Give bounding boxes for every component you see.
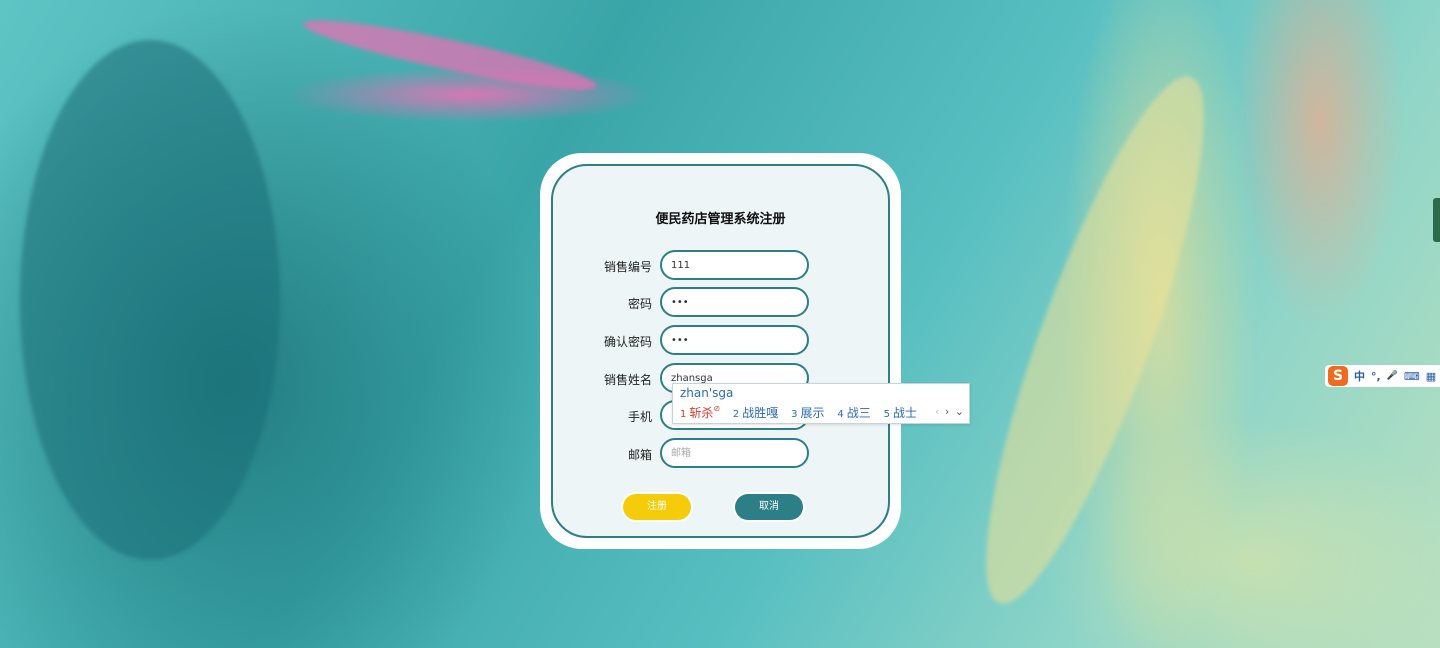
sales-name-label: 销售姓名	[603, 373, 652, 387]
password-label: 密码	[627, 297, 652, 311]
background-stroke-teal	[20, 40, 280, 560]
ime-candidate[interactable]: 1 斩杀⊘	[680, 404, 720, 421]
ime-prev-icon[interactable]: ‹	[935, 405, 940, 418]
confirm-password-label: 确认密码	[603, 335, 652, 349]
apps-icon[interactable]: ▦	[1426, 370, 1436, 383]
ime-candidate[interactable]: 2 战胜嘎	[733, 404, 778, 421]
field-row-sales-id: 销售编号	[553, 250, 888, 280]
phone-label: 手机	[627, 410, 652, 424]
ime-candidate-list: 1 斩杀⊘ 2 战胜嘎 3 展示 4 战三 5 战士	[680, 404, 926, 421]
ime-expand-icon[interactable]: ⌄	[955, 405, 965, 418]
ime-composition: zhan'sga	[680, 386, 734, 400]
ai-candidate-icon: ⊘	[713, 404, 721, 413]
ime-candidate[interactable]: 4 战三	[837, 404, 870, 421]
punctuation-icon[interactable]: °,	[1371, 370, 1381, 383]
background-stroke-yellow	[947, 58, 1243, 622]
keyboard-icon[interactable]: ⌨	[1404, 370, 1420, 383]
field-row-confirm-password: 确认密码	[553, 325, 888, 355]
side-tab[interactable]	[1433, 198, 1440, 242]
email-input[interactable]	[660, 438, 809, 468]
sales-id-label: 销售编号	[603, 260, 652, 274]
language-toggle[interactable]: 中	[1354, 368, 1365, 384]
register-card-frame: 便民药店管理系统注册 销售编号 密码 确认密码 销售姓名 手机 邮箱 注册 取消	[551, 164, 890, 538]
ime-candidate[interactable]: 5 战士	[884, 404, 917, 421]
ime-nav: ‹ › ⌄	[935, 405, 965, 418]
register-card: 便民药店管理系统注册 销售编号 密码 确认密码 销售姓名 手机 邮箱 注册 取消	[540, 153, 901, 549]
cancel-button[interactable]: 取消	[735, 494, 803, 520]
background-stroke-pink	[300, 9, 600, 101]
confirm-password-input[interactable]	[660, 325, 809, 355]
form-title: 便民药店管理系统注册	[655, 212, 786, 227]
field-row-email: 邮箱	[553, 438, 888, 468]
microphone-icon[interactable]: 🎤	[1387, 371, 1398, 381]
register-button[interactable]: 注册	[623, 494, 691, 520]
email-label: 邮箱	[627, 448, 652, 462]
password-input[interactable]	[660, 287, 809, 317]
ime-next-icon[interactable]: ›	[945, 405, 950, 418]
ime-candidate-popup: zhan'sga 1 斩杀⊘ 2 战胜嘎 3 展示 4 战三 5 战士 ‹ › ⌄	[672, 383, 970, 424]
field-row-password: 密码	[553, 287, 888, 317]
sales-id-input[interactable]	[660, 250, 809, 280]
sogou-logo-icon[interactable]: S	[1328, 366, 1348, 386]
ime-toolbar: S 中 °, 🎤 ⌨ ▦	[1325, 365, 1440, 387]
ime-candidate[interactable]: 3 展示	[791, 404, 824, 421]
